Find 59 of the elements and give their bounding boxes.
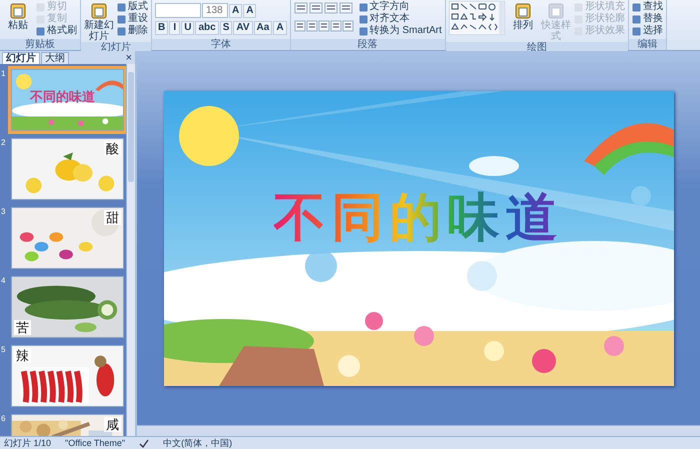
ribbon-tool-icon (90, 2, 108, 20)
format-button[interactable]: U (181, 21, 194, 35)
ribbon-button[interactable]: 重设 (117, 13, 148, 25)
thumbnail-label: 酸 (104, 141, 121, 156)
thumbnail-label: 甜 (104, 210, 121, 225)
ribbon-tool-icon (546, 2, 565, 20)
close-button[interactable]: × (126, 52, 132, 64)
slide-number: 5 (0, 345, 6, 355)
slide-thumbnail[interactable]: 咸 (11, 414, 124, 436)
font-name-field[interactable] (155, 3, 201, 18)
format-button[interactable]: abc (195, 21, 219, 35)
ribbon-tool-icon (9, 2, 27, 20)
group-label: 字体 (152, 39, 290, 50)
slide-thumbnail[interactable]: 酸 (11, 138, 124, 200)
format-button[interactable]: I (169, 21, 180, 35)
thumbnail-label: 咸 (104, 417, 121, 432)
language-indicator[interactable]: 中文(简体，中国) (163, 436, 232, 449)
ribbon-button[interactable]: 格式刷 (36, 25, 77, 37)
format-button[interactable]: A (273, 21, 287, 35)
pane-tab[interactable]: 幻灯片 (2, 52, 40, 64)
ribbon-button[interactable]: 对齐文本 (358, 13, 442, 25)
shrink-font-button[interactable]: A (243, 4, 256, 18)
slide-counter: 幻灯片 1/10 (4, 436, 52, 449)
format-button[interactable]: S (220, 21, 232, 35)
format-button[interactable]: AV (233, 21, 253, 35)
slide-number: 2 (0, 138, 6, 148)
slide-number: 4 (0, 276, 6, 286)
thumbnail-title: 不同的味道 (30, 88, 95, 106)
ribbon-button[interactable]: 转换为 SmartArt (358, 25, 442, 37)
ribbon-tool-icon (514, 2, 532, 20)
grow-font-button[interactable]: A (229, 4, 242, 18)
slide-thumbnail[interactable]: 辣 (11, 345, 124, 407)
format-button[interactable]: B (155, 21, 168, 35)
shapes-gallery-icon[interactable] (448, 1, 505, 35)
font-size-field[interactable]: 138 (202, 3, 228, 18)
scroll-bar[interactable] (126, 64, 135, 436)
ribbon-button[interactable]: 删除 (117, 25, 148, 37)
ribbon-button[interactable]: 新建幻灯片 (84, 1, 114, 42)
slide-thumbnail[interactable]: 甜 (11, 207, 124, 269)
ribbon-button[interactable]: 查找 (632, 1, 663, 13)
thumbnail-label: 辣 (14, 348, 31, 363)
slide-number: 1 (0, 69, 6, 79)
ribbon-button[interactable]: 排列 (508, 1, 538, 31)
ribbon-button[interactable]: 选择 (632, 25, 663, 37)
group-label: 剪贴板 (0, 39, 80, 50)
theme-name: "Office Theme" (65, 438, 126, 448)
group-label: 编辑 (628, 39, 666, 50)
slide-thumbnail[interactable]: 苦 (11, 276, 124, 338)
ribbon-button[interactable]: 粘贴 (3, 1, 33, 31)
format-button[interactable]: Aa (254, 21, 272, 35)
spell-check-icon[interactable] (139, 438, 150, 448)
group-label: 段落 (290, 39, 445, 50)
slide-number: 3 (0, 207, 6, 217)
pane-tab[interactable]: 大纲 (41, 52, 69, 64)
slide-number: 6 (0, 414, 6, 424)
ribbon-button[interactable]: 版式 (117, 1, 148, 13)
ribbon-button[interactable]: 替换 (632, 13, 663, 25)
ribbon-button[interactable]: 文字方向 (358, 1, 442, 13)
thumbnail-label: 苦 (14, 320, 31, 335)
